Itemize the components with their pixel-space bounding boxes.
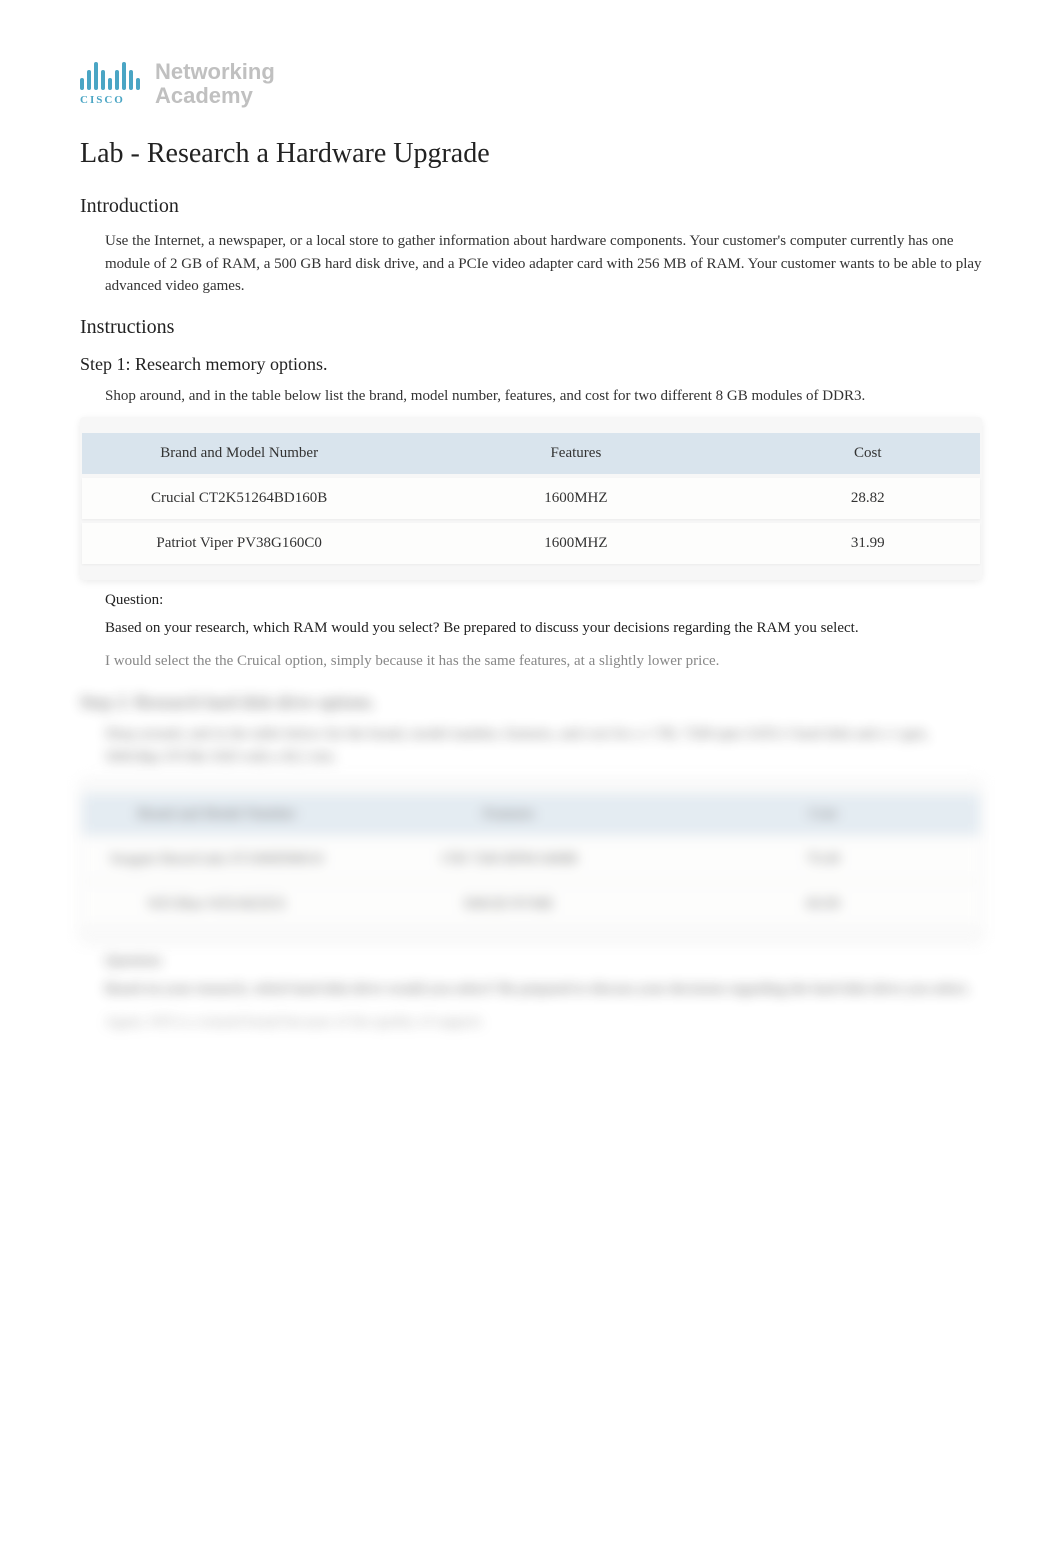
logo-text: Networking Academy: [155, 60, 275, 108]
logo-area: CISCO Networking Academy: [80, 60, 982, 108]
cell-features: 500GB NVME: [351, 884, 665, 925]
header-cost: Cost: [666, 794, 980, 835]
cell-brand: Seagate BarraCuda ST1000DM010: [82, 839, 351, 880]
cell-cost: 69.99: [666, 884, 980, 925]
header-cost: Cost: [755, 433, 980, 474]
table-row: Seagate BarraCuda ST1000DM010 1TB 7200 R…: [82, 839, 980, 880]
table-header-row: Brand and Model Number Features Cost: [82, 433, 980, 474]
step2-heading: Step 2: Research hard disk drive options…: [80, 692, 982, 713]
cell-cost: 79.49: [666, 839, 980, 880]
step1-question: Based on your research, which RAM would …: [105, 617, 982, 640]
step1-text: Shop around, and in the table below list…: [105, 385, 982, 408]
table-row: Crucial CT2K51264BD160B 1600MHZ 28.82: [82, 478, 980, 519]
cell-cost: 28.82: [755, 478, 980, 519]
table-header-row: Brand and Model Number Features Cost: [82, 794, 980, 835]
step2-text: Shop around, and in the table below list…: [105, 723, 982, 768]
cell-features: 1600MHZ: [396, 478, 755, 519]
introduction-heading: Introduction: [80, 195, 982, 218]
memory-table: Brand and Model Number Features Cost Cru…: [82, 429, 980, 568]
cell-features: 1600MHZ: [396, 523, 755, 564]
header-brand: Brand and Model Number: [82, 433, 396, 474]
cisco-logo-mark: CISCO: [80, 62, 140, 106]
logo-text-bottom: Academy: [155, 84, 275, 108]
header-brand: Brand and Model Number: [82, 794, 351, 835]
cell-brand: WD Blue WD10EZEX: [82, 884, 351, 925]
step1-question-label: Question:: [105, 592, 982, 609]
step2-question-label: Question:: [105, 953, 982, 970]
step1-table-wrapper: Brand and Model Number Features Cost Cru…: [80, 417, 982, 580]
cell-brand: Patriot Viper PV38G160C0: [82, 523, 396, 564]
step2-answer: Again, WD is a trusted brand because of …: [105, 1011, 982, 1034]
step1-answer: I would select the the Cruical option, s…: [105, 650, 982, 673]
cell-cost: 31.99: [755, 523, 980, 564]
cisco-text: CISCO: [80, 94, 140, 106]
step1-heading: Step 1: Research memory options.: [80, 354, 982, 375]
table-row: WD Blue WD10EZEX 500GB NVME 69.99: [82, 884, 980, 925]
cell-features: 1TB 7200 RPM 64MB: [351, 839, 665, 880]
page-title: Lab - Research a Hardware Upgrade: [80, 138, 982, 170]
introduction-text: Use the Internet, a newspaper, or a loca…: [105, 230, 982, 298]
header-features: Features: [351, 794, 665, 835]
cell-brand: Crucial CT2K51264BD160B: [82, 478, 396, 519]
logo-text-top: Networking: [155, 60, 275, 84]
step2-question: Based on your research, which hard disk …: [105, 978, 982, 1001]
table-row: Patriot Viper PV38G160C0 1600MHZ 31.99: [82, 523, 980, 564]
instructions-heading: Instructions: [80, 316, 982, 339]
header-features: Features: [396, 433, 755, 474]
step2-table-wrapper: Brand and Model Number Features Cost Sea…: [80, 778, 982, 941]
hdd-table: Brand and Model Number Features Cost Sea…: [82, 790, 980, 929]
blurred-content: Step 2: Research hard disk drive options…: [80, 692, 982, 1033]
